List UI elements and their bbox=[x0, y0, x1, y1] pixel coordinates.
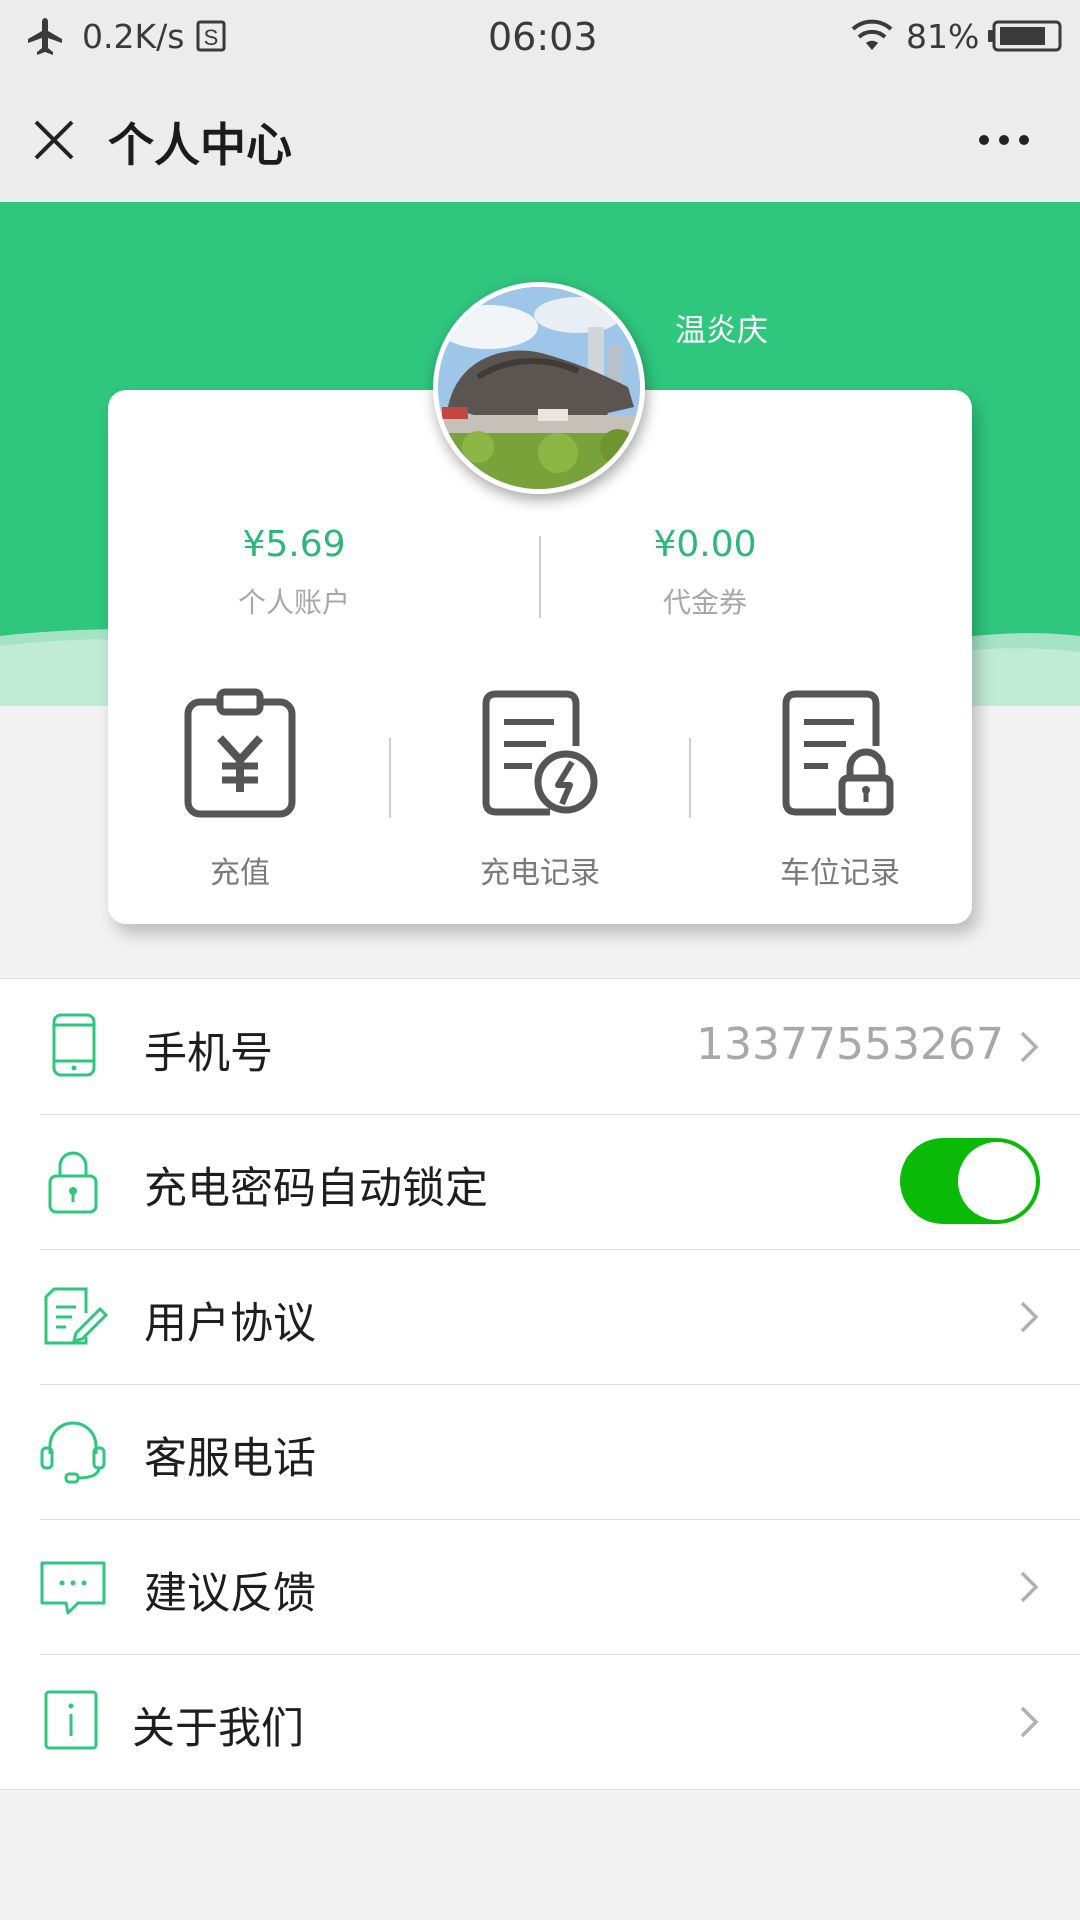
avatar[interactable] bbox=[433, 282, 645, 494]
document-edit-icon bbox=[44, 1287, 108, 1345]
settings-list: 手机号 13377553267 充电密码自动锁定 用户协议 客服电话 建议反馈 … bbox=[0, 978, 1080, 1790]
balance-label: 代金券 bbox=[662, 586, 747, 619]
battery-percent: 81% bbox=[906, 17, 980, 56]
close-icon[interactable] bbox=[30, 116, 78, 164]
clock: 06:03 bbox=[488, 15, 598, 59]
customer-service-row[interactable]: 客服电话 bbox=[0, 1384, 1080, 1519]
charging-record-icon bbox=[482, 690, 598, 816]
password-lock-row: 充电密码自动锁定 bbox=[0, 1114, 1080, 1249]
wifi-icon bbox=[851, 19, 893, 50]
page-title: 个人中心 bbox=[108, 118, 292, 172]
password-lock-label: 充电密码自动锁定 bbox=[144, 1164, 488, 1214]
recharge-label: 充值 bbox=[210, 856, 270, 891]
svg-text:S: S bbox=[204, 25, 219, 50]
customer-service-label: 客服电话 bbox=[144, 1434, 316, 1484]
balance-divider bbox=[539, 536, 541, 618]
voucher-balance[interactable]: ¥0.00 代金券 bbox=[555, 524, 855, 621]
status-bar: 0.2K/s S 06:03 81% bbox=[0, 0, 1080, 78]
phone-icon bbox=[52, 1013, 96, 1077]
phone-number: 13377553267 bbox=[696, 1019, 1004, 1070]
balance-amount: ¥5.69 bbox=[242, 524, 346, 565]
chevron-right-icon bbox=[1020, 1301, 1039, 1333]
about-us-row[interactable]: 关于我们 bbox=[0, 1654, 1080, 1789]
airplane-icon bbox=[28, 18, 62, 55]
battery-icon bbox=[988, 20, 1062, 52]
chevron-right-icon bbox=[1020, 1571, 1039, 1603]
sim-icon: S bbox=[196, 20, 226, 52]
title-bar: 个人中心 bbox=[0, 78, 1080, 202]
user-agreement-row[interactable]: 用户协议 bbox=[0, 1249, 1080, 1384]
about-us-label: 关于我们 bbox=[132, 1704, 304, 1754]
user-agreement-label: 用户协议 bbox=[144, 1299, 316, 1349]
recharge-button[interactable]: 充值 bbox=[140, 688, 340, 892]
parking-record-label: 车位记录 bbox=[780, 856, 900, 891]
headset-icon bbox=[40, 1421, 106, 1484]
parking-record-icon bbox=[782, 690, 894, 816]
lock-icon bbox=[48, 1151, 98, 1214]
charging-record-button[interactable]: 充电记录 bbox=[440, 688, 640, 892]
avatar-image bbox=[438, 287, 640, 489]
network-speed: 0.2K/s bbox=[82, 17, 185, 56]
parking-record-button[interactable]: 车位记录 bbox=[740, 688, 940, 892]
phone-row[interactable]: 手机号 13377553267 bbox=[0, 979, 1080, 1114]
personal-center-page: 0.2K/s S 06:03 81% 个人中心 温炎庆 ¥5.69 个人账户 ¥… bbox=[0, 0, 1080, 1920]
chevron-right-icon bbox=[1020, 1031, 1039, 1063]
personal-account-balance[interactable]: ¥5.69 个人账户 bbox=[144, 524, 444, 621]
recharge-clipboard-icon bbox=[184, 688, 296, 818]
balance-label: 个人账户 bbox=[237, 586, 350, 619]
chevron-right-icon bbox=[1020, 1706, 1039, 1738]
phone-label: 手机号 bbox=[144, 1029, 273, 1079]
balance-amount: ¥0.00 bbox=[653, 524, 757, 565]
action-divider bbox=[389, 738, 391, 818]
charging-record-label: 充电记录 bbox=[480, 856, 600, 891]
password-lock-toggle[interactable] bbox=[900, 1138, 1040, 1224]
action-divider bbox=[689, 738, 691, 818]
info-icon bbox=[44, 1690, 98, 1750]
more-icon[interactable] bbox=[976, 128, 1032, 152]
toggle-knob bbox=[958, 1142, 1036, 1220]
feedback-label: 建议反馈 bbox=[144, 1569, 316, 1619]
feedback-row[interactable]: 建议反馈 bbox=[0, 1519, 1080, 1654]
username: 温炎庆 bbox=[675, 313, 768, 349]
chat-bubble-icon bbox=[40, 1561, 106, 1615]
